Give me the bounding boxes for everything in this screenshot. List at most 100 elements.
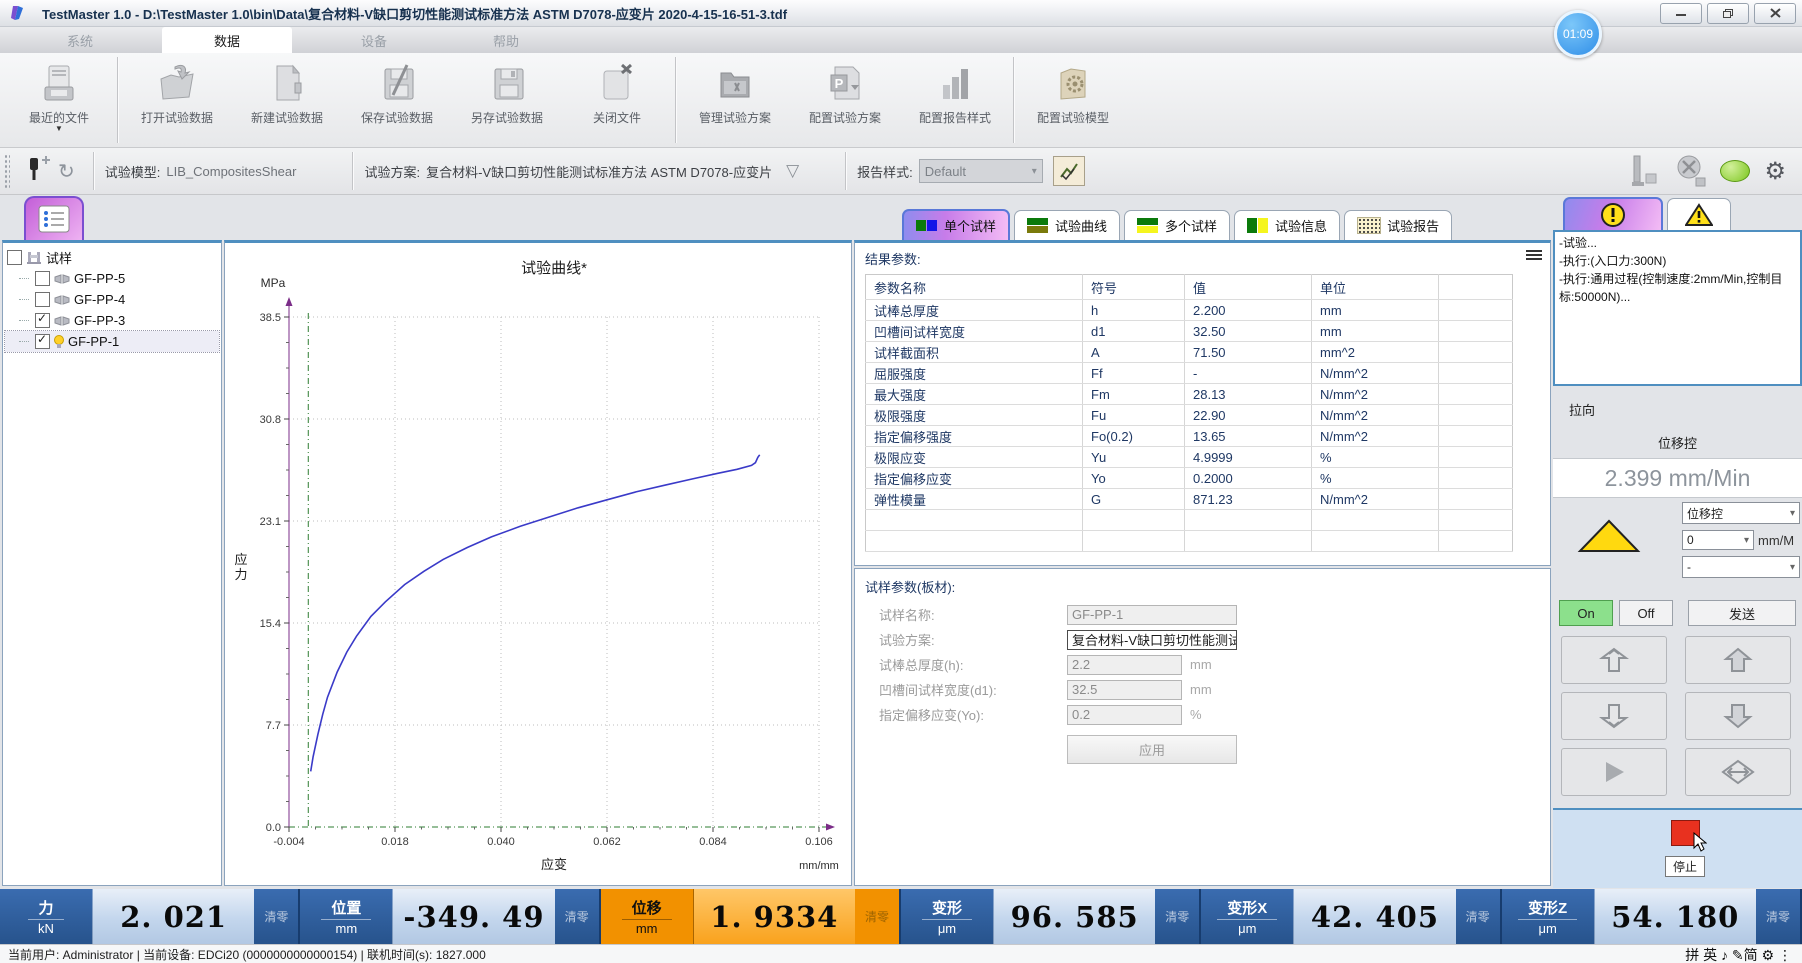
table-row[interactable]: 试棒总厚度 h 2.200 mm bbox=[866, 300, 1513, 321]
config-report-style-button[interactable]: 配置报告样式 bbox=[900, 53, 1010, 147]
jog-fast-down-button[interactable] bbox=[1561, 692, 1667, 740]
report-style-select[interactable]: Default▾ bbox=[919, 159, 1043, 183]
param-field-input[interactable]: 复合材料-V缺口剪切性能测试标准方法 bbox=[1067, 630, 1237, 650]
apply-button[interactable]: 应用 bbox=[1067, 735, 1237, 764]
tree-root-row[interactable]: 试样 bbox=[5, 247, 219, 268]
tab-test-info[interactable]: 试验信息 bbox=[1234, 210, 1340, 240]
ime-toolbar[interactable]: 拼 英 ♪ ✎简 ⚙ ⋮ bbox=[1685, 945, 1802, 963]
save-data-button[interactable]: 保存试验数据 bbox=[342, 53, 452, 147]
send-button[interactable]: 发送 bbox=[1688, 600, 1796, 626]
control-value-select[interactable]: 0▾ bbox=[1682, 530, 1754, 550]
config-scheme-button[interactable]: P 配置试验方案 bbox=[790, 53, 900, 147]
open-data-button[interactable]: 打开试验数据 bbox=[122, 53, 232, 147]
save-as-data-button[interactable]: 另存试验数据 bbox=[452, 53, 562, 147]
tab-warnings[interactable] bbox=[1667, 198, 1731, 230]
execution-log[interactable]: -试验... -执行:(入口力:300N) -执行:通用过程(控制速度:2mm/… bbox=[1553, 230, 1802, 386]
jog-down-button[interactable] bbox=[1685, 692, 1791, 740]
jog-up-button[interactable] bbox=[1685, 636, 1791, 684]
control-mode-select[interactable]: 位移控▾ bbox=[1682, 502, 1800, 524]
minimize-button[interactable] bbox=[1660, 3, 1702, 24]
exclamation-circle-icon bbox=[1600, 202, 1626, 228]
table-row[interactable]: 试样截面积 A 71.50 mm^2 bbox=[866, 342, 1513, 363]
table-row[interactable]: 指定偏移应变 Yo 0.2000 % bbox=[866, 468, 1513, 489]
specimen-list-tab[interactable] bbox=[24, 196, 84, 240]
param-field-unit: % bbox=[1190, 707, 1202, 722]
menu-tab[interactable]: 设备 bbox=[324, 27, 424, 53]
tab-multi-specimen[interactable]: 多个试样 bbox=[1124, 210, 1230, 240]
results-panel: 单个试样 试验曲线 多个试样 试验信息 试验报告 bbox=[854, 194, 1551, 888]
new-data-icon bbox=[269, 59, 305, 109]
test-report-icon bbox=[1357, 217, 1381, 234]
menu-tab[interactable]: 数据 bbox=[162, 27, 292, 53]
off-button[interactable]: Off bbox=[1619, 600, 1673, 626]
jog-fast-up-button[interactable] bbox=[1561, 636, 1667, 684]
table-row[interactable]: 指定偏移强度 Fo(0.2) 13.65 N/mm^2 bbox=[866, 426, 1513, 447]
tab-test-report[interactable]: 试验报告 bbox=[1344, 210, 1452, 240]
specimen-checkbox[interactable] bbox=[35, 313, 50, 328]
status-text: 当前用户: Administrator | 当前设备: EDCi20 (0000… bbox=[0, 946, 1685, 963]
jog-move-button[interactable] bbox=[1685, 748, 1791, 796]
test-curve-chart[interactable]: 0.07.715.423.130.838.5-0.0040.0180.0400.… bbox=[225, 243, 847, 883]
drag-handle[interactable] bbox=[4, 154, 10, 188]
clear-button[interactable]: 清零 bbox=[1756, 889, 1800, 944]
tree-specimen-row[interactable]: GF-PP-4 bbox=[5, 289, 219, 310]
table-row[interactable]: 凹槽间试样宽度 d1 32.50 mm bbox=[866, 321, 1513, 342]
run-button[interactable] bbox=[1561, 748, 1667, 796]
tree-specimen-row[interactable]: GF-PP-3 bbox=[5, 310, 219, 331]
measurement-cell: 变形Z μm 54. 180 清零 bbox=[1502, 889, 1802, 944]
tab-single-specimen[interactable]: 单个试样 bbox=[902, 209, 1010, 240]
menu-tab[interactable]: 帮助 bbox=[456, 27, 556, 53]
clear-button[interactable]: 清零 bbox=[1155, 889, 1199, 944]
specimen-checkbox[interactable] bbox=[35, 271, 50, 286]
clear-button[interactable]: 清零 bbox=[1456, 889, 1500, 944]
machine-icon[interactable] bbox=[1628, 154, 1662, 188]
config-model-button[interactable]: 配置试验模型 bbox=[1018, 53, 1128, 147]
connector-icon[interactable] bbox=[24, 156, 50, 186]
menu-tab[interactable]: 系统 bbox=[30, 27, 130, 53]
settings-gear-icon[interactable]: ⚙ bbox=[1764, 157, 1786, 186]
table-row[interactable]: 最大强度 Fm 28.13 N/mm^2 bbox=[866, 384, 1513, 405]
refresh-icon[interactable]: ↻ bbox=[58, 159, 75, 184]
svg-text:应力: 应力 bbox=[234, 552, 247, 582]
specimen-checkbox[interactable] bbox=[35, 292, 50, 307]
specimen-panel: 试样 GF-PP-5 bbox=[2, 194, 222, 888]
close-file-button[interactable]: 关闭文件 bbox=[562, 53, 672, 147]
tree-specimen-row[interactable]: GF-PP-1 bbox=[5, 331, 219, 352]
measurement-name: 位置 bbox=[321, 897, 371, 920]
control-extra-select[interactable]: -▾ bbox=[1682, 556, 1800, 578]
clear-button[interactable]: 清零 bbox=[555, 889, 599, 944]
manage-scheme-button[interactable]: 管理试验方案 bbox=[680, 53, 790, 147]
chart-panel: 0.07.715.423.130.838.5-0.0040.0180.0400.… bbox=[224, 194, 852, 888]
manage-scheme-icon bbox=[715, 59, 755, 109]
clear-button[interactable]: 清零 bbox=[855, 889, 899, 944]
param-field-input[interactable]: 0.2 bbox=[1067, 705, 1182, 725]
table-row[interactable]: 极限强度 Fu 22.90 N/mm^2 bbox=[866, 405, 1513, 426]
table-row[interactable]: 极限应变 Yu 4.9999 % bbox=[866, 447, 1513, 468]
table-row[interactable]: 弹性模量 G 871.23 N/mm^2 bbox=[866, 489, 1513, 510]
new-data-button[interactable]: 新建试验数据 bbox=[232, 53, 342, 147]
scheme-dropdown-icon[interactable]: ▽ bbox=[786, 161, 799, 181]
tree-specimen-row[interactable]: GF-PP-5 bbox=[5, 268, 219, 289]
specimen-checkbox[interactable] bbox=[35, 334, 50, 349]
table-row[interactable]: 屈服强度 Ff - N/mm^2 bbox=[866, 363, 1513, 384]
recent-files-icon bbox=[39, 59, 79, 109]
param-field-input[interactable]: 32.5 bbox=[1067, 680, 1182, 700]
recent-files-button[interactable]: 最近的文件 ▼ bbox=[4, 53, 114, 147]
panel-menu-icon[interactable] bbox=[1526, 249, 1542, 261]
close-button[interactable] bbox=[1754, 3, 1796, 24]
param-field-row: 凹槽间试样宽度(d1): 32.5 mm bbox=[855, 677, 1550, 702]
disconnect-icon[interactable] bbox=[1676, 154, 1706, 188]
tab-alerts[interactable] bbox=[1563, 197, 1663, 230]
report-preview-button[interactable] bbox=[1053, 156, 1085, 186]
param-field-input[interactable]: GF-PP-1 bbox=[1067, 605, 1237, 625]
measurement-cell: 变形 μm 96. 585 清零 bbox=[901, 889, 1201, 944]
root-checkbox[interactable] bbox=[7, 250, 22, 265]
control-panel: -试验... -执行:(入口力:300N) -执行:通用过程(控制速度:2mm/… bbox=[1553, 194, 1802, 888]
tab-test-curve[interactable]: 试验曲线 bbox=[1014, 210, 1120, 240]
restore-button[interactable] bbox=[1707, 3, 1749, 24]
clear-button[interactable]: 清零 bbox=[254, 889, 298, 944]
config-separator bbox=[845, 152, 847, 190]
measurement-bar: 力 kN 2. 021 清零 位置 mm -349. 49 清零 位移 mm bbox=[0, 889, 1802, 944]
param-field-input[interactable]: 2.2 bbox=[1067, 655, 1182, 675]
on-button[interactable]: On bbox=[1559, 600, 1613, 626]
